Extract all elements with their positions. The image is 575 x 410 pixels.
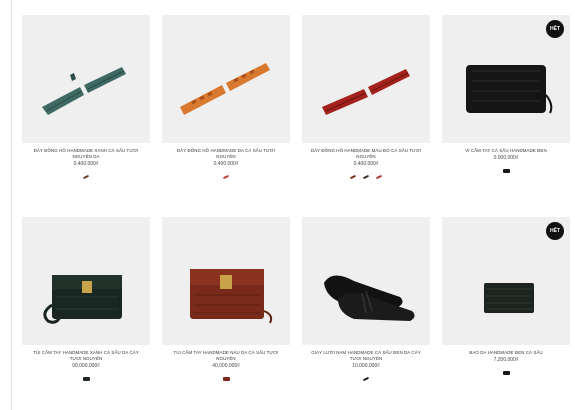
product-price: 0.400.000₫ [73,161,99,167]
orange-croc-watch-strap-icon [180,63,270,115]
product-image[interactable] [22,15,150,143]
product-card[interactable]: DÂY ĐỒNG HỒ HANDMADE XANH CÁ SẤU TƯƠI NG… [22,15,150,195]
product-price: 0.000.000₫ [493,155,519,161]
product-card[interactable]: DÂY ĐỒNG HỒ HANDMADE MÀU ĐỎ CÁ SẤU TƯƠI … [302,15,430,195]
color-swatch[interactable] [502,369,511,376]
color-swatch[interactable] [349,173,358,180]
product-image[interactable]: HẾT [442,217,570,345]
black-croc-loafers-icon [324,275,415,321]
color-swatch[interactable] [375,173,384,180]
product-card[interactable]: HẾT BAO DA HANDMADE ĐEN CÁ SẤU 7.200.000… [442,217,570,397]
product-price: 40.000.000₫ [212,363,240,369]
color-swatch[interactable] [222,173,231,180]
left-divider [11,0,12,410]
sold-out-badge: HẾT [546,20,564,38]
product-image[interactable] [302,15,430,143]
color-swatch[interactable] [222,375,231,382]
color-swatches [302,173,430,180]
brown-croc-clutch-icon [190,269,273,324]
sold-out-badge: HẾT [546,222,564,240]
color-swatch[interactable] [362,375,371,382]
product-image[interactable] [302,217,430,345]
product-card[interactable]: TÚI CẦM TAY HANDMADE XANH CÁ SẤU DA CÂY … [22,217,150,397]
product-image[interactable]: HẾT [442,15,570,143]
color-swatches [22,375,150,382]
product-card[interactable]: DÂY ĐỒNG HỒ HANDMADE DA CÁ SẤU TƯƠI NGUY… [162,15,290,195]
product-name[interactable]: VÍ CẦM TAY CÁ SẤU HANDMADE ĐEN [442,148,570,154]
product-name[interactable]: BAO DA HANDMADE ĐEN CÁ SẤU [442,350,570,356]
product-grid: DÂY ĐỒNG HỒ HANDMADE XANH CÁ SẤU TƯƠI NG… [22,15,570,397]
product-name[interactable]: GIÀY LƯỜI NAM HANDMADE CÁ SẤU ĐEN DA CÂY… [302,350,430,362]
color-swatches [162,173,290,180]
product-price: 0.400.000₫ [353,161,379,167]
product-name[interactable]: TÚI CẦM TAY HANDMADE NÂU DA CÁ SẤU TƯƠI … [162,350,290,362]
product-price: 10.000.000₫ [352,363,380,369]
green-croc-clutch-icon [43,275,122,324]
product-image[interactable] [162,15,290,143]
product-card[interactable]: HẾT VÍ CẦM TAY CÁ SẤU HANDMADE ĐEN 0.000… [442,15,570,195]
product-name[interactable]: DÂY ĐỒNG HỒ HANDMADE DA CÁ SẤU TƯƠI NGUY… [162,148,290,160]
product-image[interactable] [22,217,150,345]
product-name[interactable]: DÂY ĐỒNG HỒ HANDMADE MÀU ĐỎ CÁ SẤU TƯƠI … [302,148,430,160]
product-price: 0.400.000₫ [213,161,239,167]
color-swatches [22,173,150,180]
color-swatch[interactable] [82,375,91,382]
color-swatches [442,167,570,174]
color-swatches [302,375,430,382]
color-swatch[interactable] [82,173,91,180]
product-image[interactable] [162,217,290,345]
product-card[interactable]: TÚI CẦM TAY HANDMADE NÂU DA CÁ SẤU TƯƠI … [162,217,290,397]
color-swatches [162,375,290,382]
product-name[interactable]: DÂY ĐỒNG HỒ HANDMADE XANH CÁ SẤU TƯƠI NG… [22,148,150,160]
product-card[interactable]: GIÀY LƯỜI NAM HANDMADE CÁ SẤU ĐEN DA CÂY… [302,217,430,397]
product-price: 7.200.000₫ [493,357,519,363]
product-price: 00.000.000₫ [72,363,100,369]
color-swatches [442,369,570,376]
color-swatch[interactable] [502,167,511,174]
green-croc-watch-strap-icon [42,67,126,115]
product-name[interactable]: TÚI CẦM TAY HANDMADE XANH CÁ SẤU DA CÂY … [22,350,150,362]
red-croc-watch-strap-icon [322,69,410,115]
color-swatch[interactable] [362,173,371,180]
